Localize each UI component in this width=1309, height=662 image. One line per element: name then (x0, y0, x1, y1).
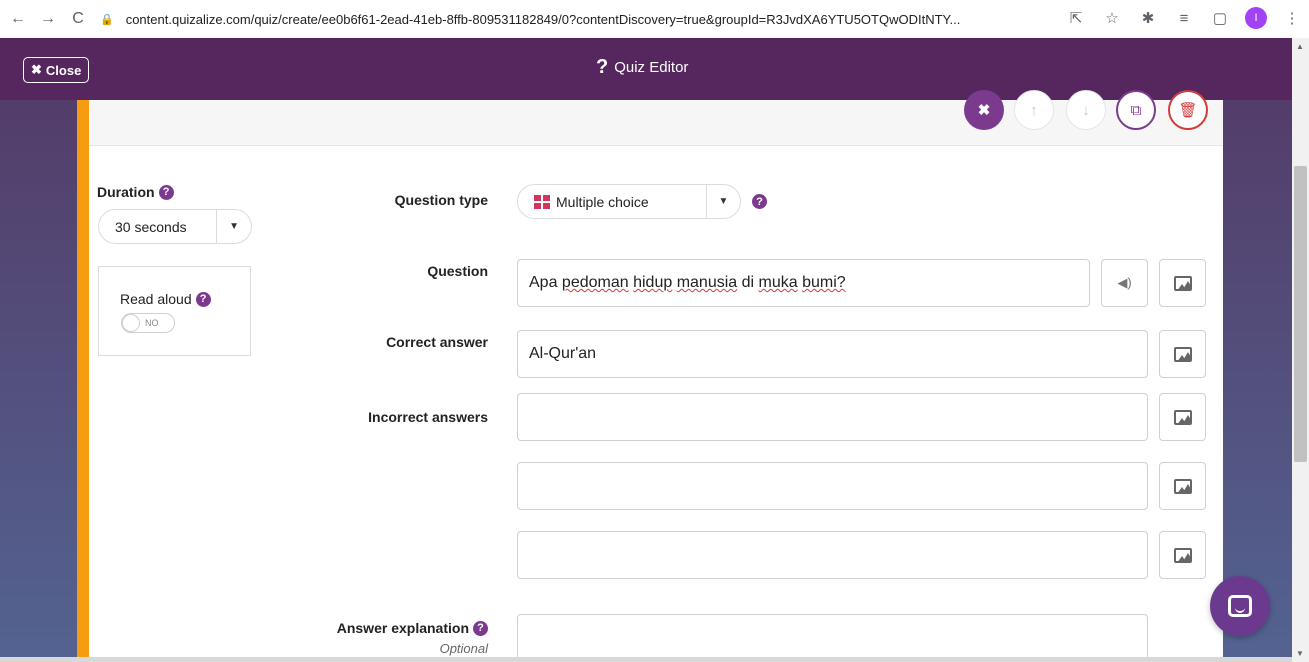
image-icon (1173, 275, 1192, 291)
answer-explanation-label-text: Answer explanation (336, 620, 469, 636)
correct-answer-label: Correct answer (386, 334, 488, 350)
question-type-label: Question type (394, 192, 488, 208)
incorrect-answers-label: Incorrect answers (368, 409, 488, 425)
incorrect-answer-2-image-button[interactable] (1159, 462, 1206, 510)
question-word: bumi? (802, 274, 846, 291)
help-icon[interactable]: ? (195, 291, 211, 307)
reload-icon[interactable]: C (66, 7, 90, 31)
incorrect-answer-input-3[interactable] (517, 531, 1148, 579)
share-icon[interactable]: ⇱ (1065, 6, 1087, 30)
correct-answer-image-button[interactable] (1159, 330, 1206, 378)
incorrect-answer-input-2[interactable] (517, 462, 1148, 510)
image-icon (1173, 409, 1192, 425)
optional-hint: Optional (439, 641, 488, 656)
question-word: pedoman (561, 274, 629, 291)
question-word: manusia (676, 274, 738, 291)
question-type-value: Multiple choice (556, 193, 649, 210)
browser-toolbar: ← → C 🔒 content.quizalize.com/quiz/creat… (0, 0, 1309, 38)
caret-down-icon: ▼ (718, 196, 729, 207)
read-aloud-label-text: Read aloud (120, 291, 192, 307)
question-label: Question (427, 263, 488, 279)
read-aloud-label: Read aloud ? (120, 291, 211, 307)
collapse-question-button[interactable]: ✖ (964, 90, 1004, 130)
app-header: ✖ Close ? Quiz Editor (0, 38, 1292, 100)
url-bar[interactable]: content.quizalize.com/quiz/create/ee0b6f… (126, 12, 1076, 27)
question-word: Apa (529, 274, 558, 291)
incorrect-answer-3-image-button[interactable] (1159, 531, 1206, 579)
multiple-choice-icon (534, 194, 550, 209)
duration-select[interactable]: 30 seconds ▼ (98, 209, 252, 244)
read-aloud-panel: Read aloud ? NO (98, 266, 251, 356)
card-accent-bar (77, 100, 89, 662)
toggle-state: NO (145, 318, 159, 328)
question-mark-icon: ? (596, 56, 609, 78)
question-word: di (741, 274, 755, 291)
profile-avatar[interactable]: I (1245, 7, 1267, 29)
duration-label-text: Duration (97, 184, 155, 200)
duplicate-button[interactable]: ⧉ (1116, 90, 1156, 130)
question-word: hidup (633, 274, 673, 291)
back-arrow-icon[interactable]: ← (6, 7, 30, 31)
help-icon[interactable]: ? (752, 194, 767, 209)
toggle-knob (122, 314, 140, 332)
read-aloud-toggle[interactable]: NO (121, 313, 175, 333)
page-title-text: Quiz Editor (614, 59, 689, 76)
scroll-up-arrow-icon[interactable]: ▲ (1296, 42, 1304, 51)
duration-label: Duration ? (97, 184, 174, 200)
question-image-button[interactable] (1159, 259, 1206, 307)
answer-explanation-input[interactable] (517, 614, 1148, 662)
forward-arrow-icon[interactable]: → (36, 7, 60, 31)
scroll-thumb[interactable] (1294, 166, 1307, 462)
bottom-strip (0, 657, 1292, 662)
incorrect-answer-input-1[interactable] (517, 393, 1148, 441)
answer-explanation-label: Answer explanation ? (288, 620, 488, 636)
side-panel-icon[interactable]: ▢ (1209, 6, 1231, 30)
chat-icon (1228, 595, 1252, 617)
read-aloud-speaker-button[interactable]: ◀) (1101, 259, 1148, 307)
close-x-icon: ✖ (31, 62, 42, 77)
question-word: muka (758, 274, 798, 291)
lock-icon: 🔒 (100, 13, 114, 26)
image-icon (1173, 547, 1192, 563)
caret-down-icon: ▼ (229, 221, 240, 232)
move-up-button[interactable]: ↑ (1014, 90, 1054, 130)
incorrect-answer-1-image-button[interactable] (1159, 393, 1206, 441)
scroll-down-arrow-icon[interactable]: ▼ (1296, 649, 1304, 658)
question-type-select[interactable]: Multiple choice ▼ (517, 184, 741, 219)
question-input[interactable]: Apa pedoman hidup manusia di muka bumi? (517, 259, 1090, 307)
correct-answer-input[interactable]: Al-Qur'an (517, 330, 1148, 378)
browser-menu-icon[interactable]: ⋮ (1281, 6, 1303, 30)
delete-button[interactable]: 🗑 (1168, 90, 1208, 130)
reading-list-icon[interactable]: ≡ (1173, 6, 1195, 30)
extensions-puzzle-icon[interactable]: ✱ (1137, 6, 1159, 30)
speaker-icon: ◀) (1117, 275, 1132, 290)
close-button[interactable]: ✖ Close (23, 57, 90, 83)
bookmark-star-icon[interactable]: ☆ (1101, 6, 1123, 30)
page-scrollbar[interactable]: ▲ ▼ (1292, 38, 1309, 662)
page-title: ? Quiz Editor (596, 56, 688, 79)
close-button-label: Close (45, 62, 82, 78)
help-icon[interactable]: ? (158, 184, 174, 200)
image-icon (1173, 478, 1192, 494)
move-down-button[interactable]: ↓ (1066, 90, 1106, 130)
help-icon[interactable]: ? (473, 620, 488, 636)
chat-launcher-button[interactable] (1210, 576, 1270, 636)
image-icon (1173, 346, 1192, 362)
duration-value: 30 seconds (115, 218, 187, 235)
